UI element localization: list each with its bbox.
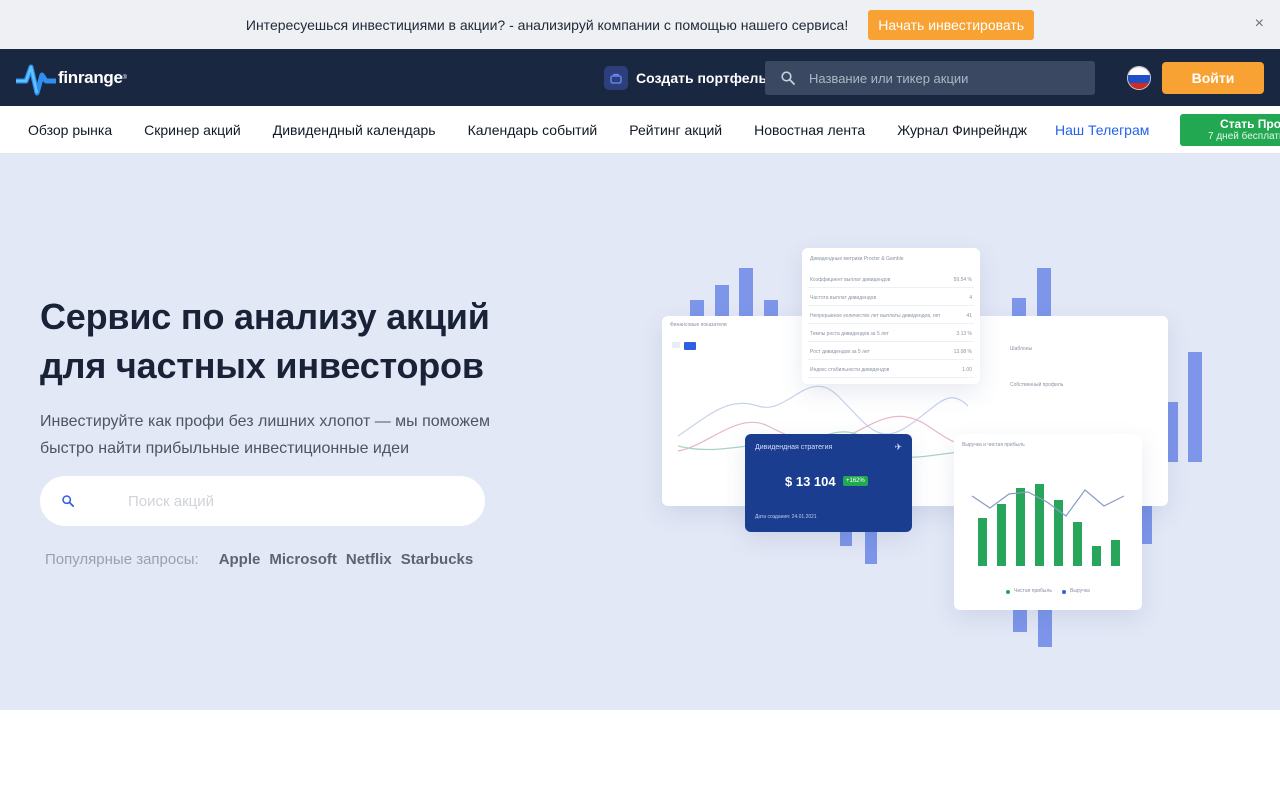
metric-value: 4 bbox=[969, 295, 972, 301]
hero-subtitle: Инвестируйте как профи без лишних хлопот… bbox=[40, 408, 540, 462]
revenue-bar bbox=[1016, 488, 1025, 566]
hero-title: Сервис по анализу акций для частных инве… bbox=[40, 292, 600, 390]
revenue-line bbox=[971, 489, 1125, 517]
nav-item-stock-rating[interactable]: Рейтинг акций bbox=[613, 122, 738, 138]
profile-label: Собственный профиль bbox=[1010, 382, 1064, 388]
briefcase-icon bbox=[604, 66, 628, 90]
main-nav: Обзор рынка Скринер акций Дивидендный ка… bbox=[0, 106, 1280, 154]
revenue-profit-card: Выручка и чистая прибыль Чистая прибыль … bbox=[954, 434, 1142, 610]
finance-card-title: Финансовые показатели bbox=[670, 322, 727, 328]
revenue-bar bbox=[997, 504, 1006, 566]
hero-title-line-1: Сервис по анализу акций bbox=[40, 296, 490, 337]
site-header: finrange® Создать портфель Войти bbox=[0, 49, 1280, 106]
nav-item-market-overview[interactable]: Обзор рынка bbox=[12, 122, 128, 138]
hero-subtitle-line-1: Инвестируйте как профи без лишних хлопот… bbox=[40, 413, 490, 430]
close-icon[interactable]: × bbox=[1255, 15, 1264, 33]
metric-label: Индекс стабильности дивидендов bbox=[810, 367, 890, 373]
dividend-strategy-card: Дивидендная стратегия ✈ $ 13 104 +162% Д… bbox=[745, 434, 912, 532]
decor-bar bbox=[1038, 610, 1052, 647]
metric-value: 1.00 bbox=[962, 367, 972, 373]
metric-value: 3.13 % bbox=[956, 331, 972, 337]
become-pro-button[interactable]: Стать Про 7 дней бесплатно bbox=[1180, 114, 1280, 146]
strategy-amount: $ 13 104 bbox=[785, 474, 836, 489]
popular-queries: Популярные запросы: Apple Microsoft Netf… bbox=[45, 551, 482, 568]
metric-row: Частота выплат дивидендов 4 bbox=[808, 292, 974, 306]
login-button[interactable]: Войти bbox=[1162, 62, 1264, 94]
create-portfolio-button[interactable]: Создать портфель bbox=[604, 66, 767, 90]
hero-search bbox=[40, 476, 485, 526]
metric-label: Частота выплат дивидендов bbox=[810, 295, 877, 301]
metric-label: Непрерывное количество лет выплаты дивид… bbox=[810, 313, 940, 319]
hero-title-line-2: для частных инвесторов bbox=[40, 345, 484, 386]
popular-link-netflix[interactable]: Netflix bbox=[346, 551, 392, 568]
nav-item-dividend-calendar[interactable]: Дивидендный календарь bbox=[257, 122, 452, 138]
nav-item-stock-screener[interactable]: Скринер акций bbox=[128, 122, 257, 138]
strategy-badge: +162% bbox=[843, 476, 868, 486]
logo-text: finrange bbox=[58, 68, 123, 87]
metric-label: Темпы роста дивидендов за 5 лет bbox=[810, 331, 889, 337]
nav-item-journal[interactable]: Журнал Финрейндж bbox=[881, 122, 1043, 138]
revenue-bars-decor bbox=[971, 484, 1125, 566]
popular-link-microsoft[interactable]: Microsoft bbox=[269, 551, 337, 568]
search-icon bbox=[62, 495, 74, 507]
metric-label: Рост дивидендов за 5 лет bbox=[810, 349, 870, 355]
revenue-legend-dot bbox=[1062, 590, 1066, 594]
decor-bar bbox=[865, 530, 877, 564]
popular-link-apple[interactable]: Apple bbox=[219, 551, 261, 568]
logo[interactable]: finrange ® bbox=[16, 59, 127, 97]
plane-icon: ✈ bbox=[894, 442, 902, 452]
popular-label: Популярные запросы: bbox=[45, 551, 199, 568]
period-toggle bbox=[672, 342, 680, 348]
hero-subtitle-line-2: быстро найти прибыльные инвестиционные и… bbox=[40, 440, 410, 457]
popular-link-starbucks[interactable]: Starbucks bbox=[401, 551, 474, 568]
metric-row: Рост дивидендов за 5 лет 13.08 % bbox=[808, 346, 974, 360]
period-toggle-active bbox=[684, 342, 696, 350]
search-icon bbox=[781, 71, 795, 85]
become-pro-label: Стать Про bbox=[1220, 117, 1280, 131]
metric-value: 13.08 % bbox=[953, 349, 972, 355]
metric-label: Коэффициент выплат дивидендов bbox=[810, 277, 891, 283]
nav-item-events-calendar[interactable]: Календарь событий bbox=[452, 122, 614, 138]
nav-item-news-feed[interactable]: Новостная лента bbox=[738, 122, 881, 138]
ru-flag-icon[interactable] bbox=[1127, 66, 1151, 90]
metric-row: Индекс стабильности дивидендов 1.00 bbox=[808, 364, 974, 378]
metric-row: Темпы роста дивидендов за 5 лет 3.13 % bbox=[808, 328, 974, 342]
start-investing-button[interactable]: Начать инвестировать bbox=[868, 9, 1035, 40]
metric-row: Коэффициент выплат дивидендов 59.54 % bbox=[808, 274, 974, 288]
revenue-card-title: Выручка и чистая прибыль bbox=[962, 442, 1025, 448]
strategy-date: Дата создания: 24.01.2021 bbox=[755, 514, 817, 520]
metric-row: Непрерывное количество лет выплаты дивид… bbox=[808, 310, 974, 324]
dividend-metrics-card: Дивидендные метрики Procter & Gamble Коэ… bbox=[802, 248, 980, 384]
free-trial-label: 7 дней бесплатно bbox=[1208, 131, 1280, 142]
hero-illustration: Финансовые показатели Шаблоны Собственны… bbox=[640, 240, 1240, 660]
metric-value: 41 bbox=[966, 313, 972, 319]
revenue-bar bbox=[1073, 522, 1082, 566]
promo-text: Интересуешься инвестициями в акции? - ан… bbox=[245, 16, 849, 33]
promo-banner: Интересуешься инвестициями в акции? - ан… bbox=[0, 0, 1280, 49]
logo-registered-mark: ® bbox=[122, 75, 128, 81]
metric-value: 59.54 % bbox=[953, 277, 972, 283]
revenue-bar bbox=[1111, 540, 1120, 566]
decor-bar bbox=[840, 530, 852, 546]
create-portfolio-label: Создать портфель bbox=[636, 70, 768, 86]
decor-bar bbox=[1013, 610, 1027, 632]
stock-search-input[interactable] bbox=[128, 492, 428, 510]
nav-item-telegram[interactable]: Наш Телеграм bbox=[1043, 122, 1161, 138]
revenue-legend-label: Выручка bbox=[1070, 588, 1090, 594]
revenue-bar bbox=[978, 518, 987, 566]
profit-legend-dot bbox=[1006, 590, 1010, 594]
decor-bar bbox=[1188, 352, 1202, 462]
ticker-search-input[interactable] bbox=[809, 70, 1069, 86]
metrics-card-title: Дивидендные метрики Procter & Gamble bbox=[810, 256, 904, 262]
header-search bbox=[765, 61, 1095, 95]
templates-label: Шаблоны bbox=[1010, 346, 1033, 352]
revenue-bar bbox=[1092, 546, 1101, 566]
profit-legend-label: Чистая прибыль bbox=[1014, 588, 1052, 594]
pulse-logo-icon bbox=[16, 64, 56, 96]
strategy-title: Дивидендная стратегия bbox=[755, 444, 833, 451]
